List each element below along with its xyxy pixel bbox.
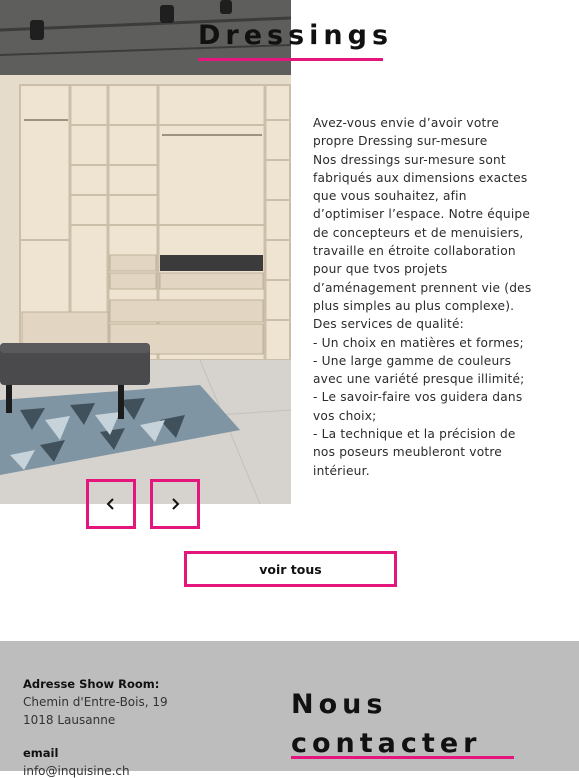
email-label: email xyxy=(23,746,59,760)
carousel-next-button[interactable] xyxy=(150,479,200,529)
description-list-item: - La technique et la précision de nos po… xyxy=(313,427,516,478)
carousel-prev-button[interactable] xyxy=(86,479,136,529)
dressing-illustration xyxy=(0,0,291,504)
dressing-showroom-photo xyxy=(0,0,291,504)
email-link[interactable]: info@inquisine.ch xyxy=(23,764,130,778)
footer: Adresse Show Room: Chemin d'Entre-Bois, … xyxy=(0,641,579,778)
description-paragraph: Des services de qualité: xyxy=(313,317,464,332)
address-street: Chemin d'Entre-Bois, 19 xyxy=(23,695,168,709)
contact-underline xyxy=(291,756,514,759)
description-list-item: - Un choix en matières et formes; xyxy=(313,335,524,350)
description-list-item: - Une large gamme de couleurs avec une v… xyxy=(313,353,525,387)
chevron-right-icon xyxy=(172,498,180,510)
description-paragraph: Avez-vous envie d’avoir votre propre Dre… xyxy=(313,116,500,149)
section-description: Avez-vous envie d’avoir votre propre Dre… xyxy=(313,114,533,480)
contact-title-line1: Nous xyxy=(291,689,388,720)
address-city: 1018 Lausanne xyxy=(23,713,116,727)
view-all-button[interactable]: voir tous xyxy=(184,551,397,587)
description-paragraph: Nos dressings sur-mesure sont fabriqués … xyxy=(313,152,532,313)
contact-title: Nous contacter xyxy=(291,685,481,763)
title-underline xyxy=(198,58,383,61)
contact-title-line2: contacter xyxy=(291,728,482,759)
description-list-item: - Le savoir-faire vos guidera dans vos c… xyxy=(313,390,523,423)
address-label: Adresse Show Room: xyxy=(23,677,160,691)
section-title: Dressings xyxy=(198,20,394,51)
chevron-left-icon xyxy=(106,498,114,510)
